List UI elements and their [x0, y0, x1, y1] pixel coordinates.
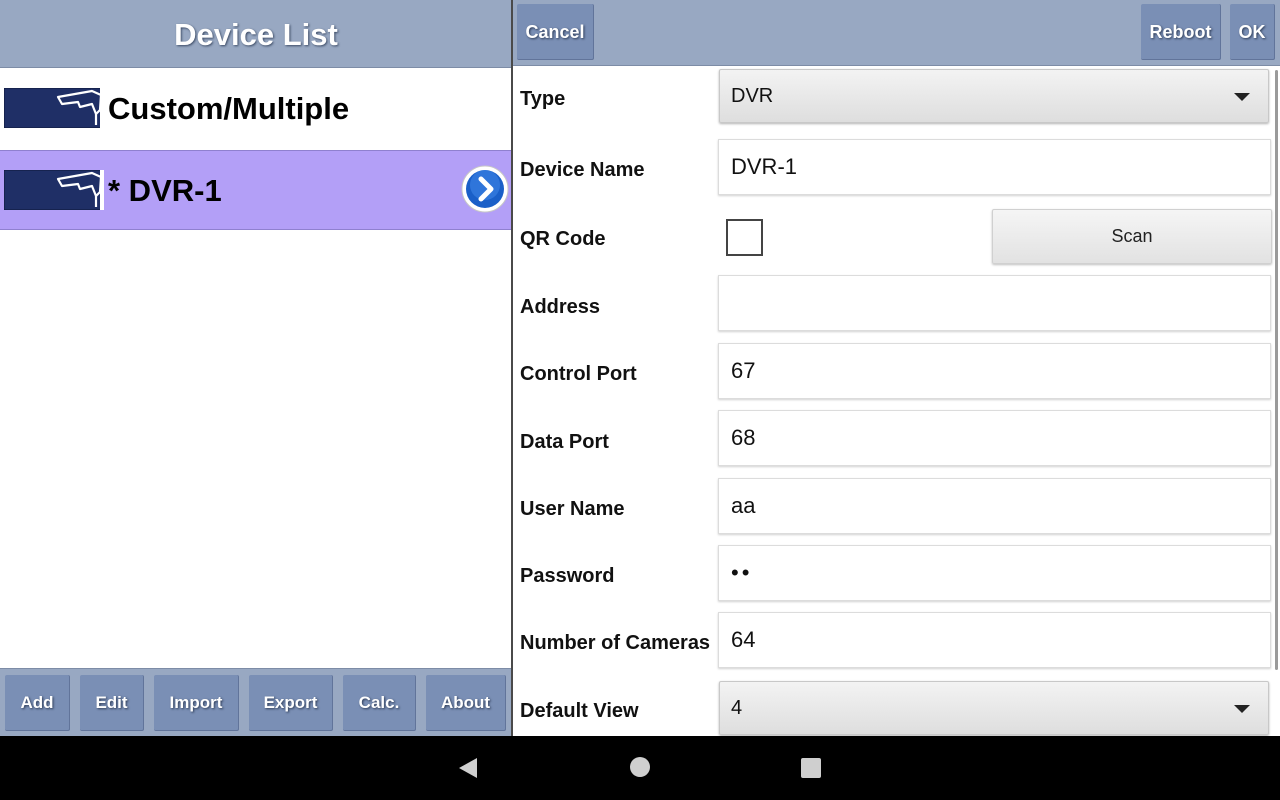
- dropdown-arrow-icon: [1234, 705, 1250, 713]
- reboot-button[interactable]: Reboot: [1141, 4, 1221, 60]
- control-port-input[interactable]: 67: [718, 343, 1271, 399]
- device-name-input[interactable]: DVR-1: [718, 139, 1271, 195]
- device-row-label: Custom/Multiple: [108, 91, 350, 126]
- type-select-value: DVR: [731, 85, 774, 107]
- number-of-cameras-label: Number of Cameras: [520, 632, 711, 654]
- default-view-label: Default View: [520, 700, 639, 722]
- export-button[interactable]: Export: [249, 675, 333, 731]
- scan-button[interactable]: Scan: [992, 209, 1272, 264]
- type-label: Type: [520, 88, 566, 110]
- user-name-input[interactable]: aa: [718, 478, 1271, 534]
- user-name-label: User Name: [520, 498, 625, 520]
- device-name-label: Device Name: [520, 159, 645, 181]
- password-label: Password: [520, 565, 615, 587]
- calc-button[interactable]: Calc.: [343, 675, 416, 731]
- android-nav-bar: [0, 736, 1280, 800]
- device-edit-pane: Cancel Reboot OK Type DVR Device Name DV…: [513, 0, 1280, 736]
- device-list-toolbar: Add Edit Import Export Calc. About: [0, 668, 512, 736]
- device-list-pane: Device List Custom/Multiple * DVR-1 Add …: [0, 0, 512, 736]
- address-input[interactable]: [718, 275, 1271, 331]
- import-button[interactable]: Import: [154, 675, 239, 731]
- device-list-title: Device List: [174, 17, 338, 52]
- default-view-select[interactable]: 4: [719, 681, 1269, 735]
- device-list-header: Device List: [0, 0, 512, 68]
- device-row-label: * DVR-1: [108, 173, 222, 208]
- edit-button[interactable]: Edit: [80, 675, 144, 731]
- home-circle-icon[interactable]: [630, 757, 650, 777]
- data-port-label: Data Port: [520, 431, 609, 453]
- ok-button[interactable]: OK: [1230, 4, 1275, 60]
- control-port-label: Control Port: [520, 363, 637, 385]
- qr-code-label: QR Code: [520, 228, 606, 250]
- qr-code-checkbox[interactable]: [726, 219, 763, 256]
- chevron-right-circle-icon[interactable]: [461, 165, 509, 213]
- address-label: Address: [520, 296, 601, 318]
- number-of-cameras-input[interactable]: 64: [718, 612, 1271, 668]
- dropdown-arrow-icon: [1234, 93, 1250, 101]
- device-row-custom-multiple[interactable]: Custom/Multiple: [0, 69, 512, 149]
- recent-square-icon[interactable]: [801, 758, 821, 778]
- about-button[interactable]: About: [426, 675, 506, 731]
- form-scrollbar[interactable]: [1275, 70, 1278, 670]
- cctv-camera-icon: [4, 88, 104, 128]
- back-triangle-icon[interactable]: [456, 756, 480, 780]
- default-view-select-value: 4: [731, 697, 743, 719]
- add-button[interactable]: Add: [5, 675, 70, 731]
- password-input[interactable]: ••: [718, 545, 1271, 601]
- data-port-input[interactable]: 68: [718, 410, 1271, 466]
- cctv-camera-icon: [4, 170, 104, 210]
- cancel-button[interactable]: Cancel: [517, 4, 594, 60]
- type-select[interactable]: DVR: [719, 69, 1269, 123]
- device-row-dvr-1[interactable]: * DVR-1: [0, 150, 512, 230]
- edit-header: Cancel Reboot OK: [513, 0, 1280, 66]
